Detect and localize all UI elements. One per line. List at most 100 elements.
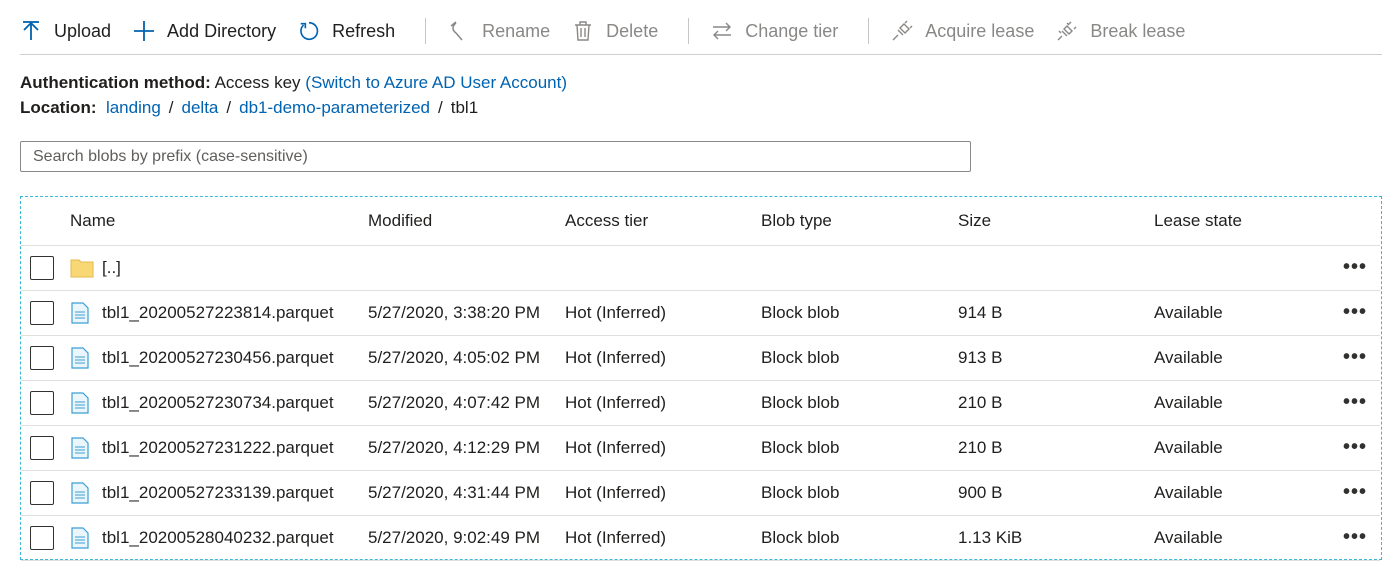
lease-state-cell: Available	[1154, 302, 1223, 322]
change-tier-button[interactable]: Change tier	[711, 8, 850, 54]
table-row[interactable]: tbl1_20200527230456.parquet 5/27/2020, 4:…	[21, 335, 1380, 381]
blob-type-cell: Block blob	[761, 482, 840, 502]
rename-icon	[448, 20, 470, 42]
table-row[interactable]: tbl1_20200527230734.parquet 5/27/2020, 4:…	[21, 380, 1380, 426]
switch-auth-link[interactable]: (Switch to Azure AD User Account)	[305, 73, 567, 92]
swap-arrows-icon	[711, 20, 733, 42]
change-tier-label: Change tier	[745, 20, 839, 41]
more-options-icon[interactable]: •••	[1343, 290, 1367, 335]
column-header-access-tier[interactable]: Access tier	[565, 197, 648, 245]
more-options-icon[interactable]: •••	[1343, 515, 1367, 560]
modified-cell: 5/27/2020, 3:38:20 PM	[368, 302, 541, 322]
breadcrumb-item-db1-demo-parameterized[interactable]: db1-demo-parameterized	[239, 98, 430, 117]
delete-button[interactable]: Delete	[572, 8, 670, 54]
table-row-parent[interactable]: [..] •••	[21, 245, 1380, 291]
trash-icon	[572, 20, 594, 42]
plus-icon	[133, 20, 155, 42]
row-checkbox[interactable]	[30, 481, 54, 505]
blob-type-cell: Block blob	[761, 437, 840, 457]
row-checkbox[interactable]	[30, 391, 54, 415]
row-checkbox[interactable]	[30, 256, 54, 280]
access-tier-cell: Hot (Inferred)	[565, 482, 667, 502]
blob-type-cell: Block blob	[761, 527, 840, 547]
column-header-size[interactable]: Size	[958, 197, 991, 245]
breadcrumb-item-landing[interactable]: landing	[106, 98, 161, 117]
refresh-button[interactable]: Refresh	[298, 8, 407, 54]
breadcrumb-separator: /	[226, 98, 232, 117]
location-label: Location:	[20, 98, 97, 117]
blob-type-cell: Block blob	[761, 347, 840, 367]
column-header-lease-state[interactable]: Lease state	[1154, 197, 1242, 245]
modified-cell: 5/27/2020, 4:31:44 PM	[368, 482, 541, 502]
size-cell: 913 B	[958, 347, 1003, 367]
more-options-icon[interactable]: •••	[1343, 470, 1367, 515]
size-cell: 914 B	[958, 302, 1003, 322]
row-checkbox[interactable]	[30, 526, 54, 550]
toolbar-divider	[868, 18, 870, 44]
toolbar-divider	[688, 18, 690, 44]
auth-method-line: Authentication method: Access key (Switc…	[20, 73, 567, 93]
blob-name-link[interactable]: tbl1_20200527230734.parquet	[102, 380, 334, 425]
breadcrumb: Location: landing / delta / db1-demo-paramet…	[20, 98, 478, 118]
rename-button[interactable]: Rename	[448, 8, 562, 54]
upload-button[interactable]: Upload	[20, 8, 123, 54]
blob-name-link[interactable]: tbl1_20200527231222.parquet	[102, 425, 334, 470]
file-icon	[70, 470, 90, 515]
modified-cell: 5/27/2020, 4:12:29 PM	[368, 437, 541, 457]
lease-state-cell: Available	[1154, 392, 1223, 412]
folder-icon	[70, 245, 94, 290]
column-header-name[interactable]: Name	[70, 197, 115, 245]
add-directory-label: Add Directory	[167, 20, 277, 41]
more-options-icon[interactable]: •••	[1343, 425, 1367, 470]
row-checkbox[interactable]	[30, 436, 54, 460]
blob-name-link[interactable]: tbl1_20200527223814.parquet	[102, 290, 334, 335]
modified-cell: 5/27/2020, 4:07:42 PM	[368, 392, 541, 412]
more-options-icon[interactable]: •••	[1343, 245, 1367, 290]
table-row[interactable]: tbl1_20200528040232.parquet 5/27/2020, 9:…	[21, 515, 1380, 561]
modified-cell: 5/27/2020, 4:05:02 PM	[368, 347, 541, 367]
breadcrumb-current: tbl1	[450, 98, 479, 117]
refresh-label: Refresh	[332, 20, 396, 41]
access-tier-cell: Hot (Inferred)	[565, 527, 667, 547]
access-tier-cell: Hot (Inferred)	[565, 302, 667, 322]
file-icon	[70, 335, 90, 380]
column-header-blob-type[interactable]: Blob type	[761, 197, 832, 245]
acquire-lease-button[interactable]: Acquire lease	[891, 8, 1046, 54]
more-options-icon[interactable]: •••	[1343, 380, 1367, 425]
blob-type-cell: Block blob	[761, 302, 840, 322]
unplug-icon	[1056, 20, 1078, 42]
acquire-lease-label: Acquire lease	[925, 20, 1035, 41]
table-row[interactable]: tbl1_20200527223814.parquet 5/27/2020, 3:…	[21, 290, 1380, 336]
more-options-icon[interactable]: •••	[1343, 335, 1367, 380]
column-header-modified[interactable]: Modified	[368, 197, 432, 245]
add-directory-button[interactable]: Add Directory	[133, 8, 288, 54]
blob-name-link[interactable]: tbl1_20200527230456.parquet	[102, 335, 334, 380]
lease-state-cell: Available	[1154, 347, 1223, 367]
breadcrumb-item-delta[interactable]: delta	[182, 98, 219, 117]
search-input[interactable]	[20, 141, 971, 172]
parent-directory-link[interactable]: [..]	[102, 245, 121, 290]
blob-type-cell: Block blob	[761, 392, 840, 412]
table-row[interactable]: tbl1_20200527233139.parquet 5/27/2020, 4:…	[21, 470, 1380, 516]
refresh-icon	[298, 20, 320, 42]
plug-icon	[891, 20, 913, 42]
row-checkbox[interactable]	[30, 346, 54, 370]
upload-label: Upload	[54, 20, 112, 41]
break-lease-label: Break lease	[1090, 20, 1186, 41]
table-header: Name Modified Access tier Blob type Size…	[21, 197, 1380, 246]
row-checkbox[interactable]	[30, 301, 54, 325]
lease-state-cell: Available	[1154, 482, 1223, 502]
blob-name-link[interactable]: tbl1_20200528040232.parquet	[102, 515, 334, 560]
toolbar-divider	[425, 18, 427, 44]
rename-label: Rename	[482, 20, 551, 41]
access-tier-cell: Hot (Inferred)	[565, 437, 667, 457]
table-row[interactable]: tbl1_20200527231222.parquet 5/27/2020, 4:…	[21, 425, 1380, 471]
file-icon	[70, 290, 90, 335]
access-tier-cell: Hot (Inferred)	[565, 347, 667, 367]
modified-cell: 5/27/2020, 9:02:49 PM	[368, 527, 541, 547]
blob-name-link[interactable]: tbl1_20200527233139.parquet	[102, 470, 334, 515]
file-icon	[70, 380, 90, 425]
upload-icon	[20, 20, 42, 42]
delete-label: Delete	[606, 20, 659, 41]
break-lease-button[interactable]: Break lease	[1056, 8, 1197, 54]
